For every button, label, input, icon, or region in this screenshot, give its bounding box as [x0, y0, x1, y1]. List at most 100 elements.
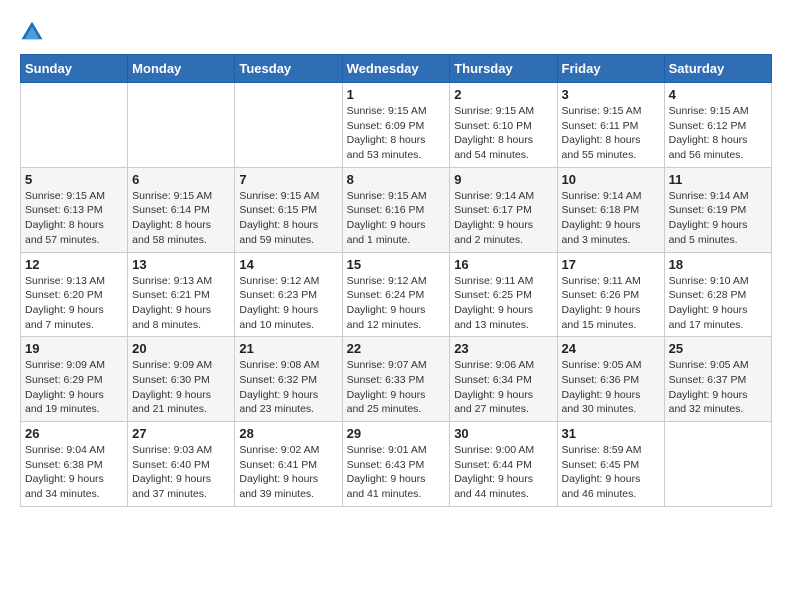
logo-icon	[20, 20, 44, 44]
calendar-cell: 26 Sunrise: 9:04 AM Sunset: 6:38 PM Dayli…	[21, 422, 128, 507]
day-info: Sunrise: 9:09 AM Sunset: 6:29 PM Dayligh…	[25, 358, 123, 417]
calendar-cell: 29 Sunrise: 9:01 AM Sunset: 6:43 PM Dayli…	[342, 422, 450, 507]
day-info: Sunrise: 9:08 AM Sunset: 6:32 PM Dayligh…	[239, 358, 337, 417]
calendar-cell	[664, 422, 771, 507]
day-number: 25	[669, 341, 767, 356]
calendar-cell: 5 Sunrise: 9:15 AM Sunset: 6:13 PM Daylig…	[21, 167, 128, 252]
day-info: Sunrise: 9:05 AM Sunset: 6:36 PM Dayligh…	[562, 358, 660, 417]
header	[20, 20, 772, 44]
calendar-cell: 28 Sunrise: 9:02 AM Sunset: 6:41 PM Dayli…	[235, 422, 342, 507]
day-number: 1	[347, 87, 446, 102]
day-info: Sunrise: 9:10 AM Sunset: 6:28 PM Dayligh…	[669, 274, 767, 333]
week-row-1: 1 Sunrise: 9:15 AM Sunset: 6:09 PM Daylig…	[21, 83, 772, 168]
day-number: 16	[454, 257, 552, 272]
calendar-cell: 11Sunrise: 9:14 AM Sunset: 6:19 PM Dayli…	[664, 167, 771, 252]
day-number: 23	[454, 341, 552, 356]
day-number: 18	[669, 257, 767, 272]
day-number: 26	[25, 426, 123, 441]
calendar-cell: 3 Sunrise: 9:15 AM Sunset: 6:11 PM Daylig…	[557, 83, 664, 168]
calendar-cell: 16 Sunrise: 9:11 AM Sunset: 6:25 PM Dayli…	[450, 252, 557, 337]
day-info: Sunrise: 9:07 AM Sunset: 6:33 PM Dayligh…	[347, 358, 446, 417]
calendar-cell: 6 Sunrise: 9:15 AM Sunset: 6:14 PM Daylig…	[128, 167, 235, 252]
weekday-header-thursday: Thursday	[450, 55, 557, 83]
day-info: Sunrise: 9:05 AM Sunset: 6:37 PM Dayligh…	[669, 358, 767, 417]
calendar-cell: 24 Sunrise: 9:05 AM Sunset: 6:36 PM Dayli…	[557, 337, 664, 422]
day-number: 30	[454, 426, 552, 441]
day-number: 9	[454, 172, 552, 187]
day-info: Sunrise: 9:14 AM Sunset: 6:18 PM Dayligh…	[562, 189, 660, 248]
calendar-cell: 23 Sunrise: 9:06 AM Sunset: 6:34 PM Dayli…	[450, 337, 557, 422]
day-number: 8	[347, 172, 446, 187]
calendar-cell: 31 Sunrise: 8:59 AM Sunset: 6:45 PM Dayli…	[557, 422, 664, 507]
day-info: Sunrise: 9:11 AM Sunset: 6:25 PM Dayligh…	[454, 274, 552, 333]
day-info: Sunrise: 9:14 AM Sunset: 6:19 PM Dayligh…	[669, 189, 767, 248]
calendar-cell: 17Sunrise: 9:11 AM Sunset: 6:26 PM Dayli…	[557, 252, 664, 337]
calendar-cell: 25 Sunrise: 9:05 AM Sunset: 6:37 PM Dayli…	[664, 337, 771, 422]
day-number: 28	[239, 426, 337, 441]
calendar-cell: 1 Sunrise: 9:15 AM Sunset: 6:09 PM Daylig…	[342, 83, 450, 168]
day-info: Sunrise: 9:12 AM Sunset: 6:23 PM Dayligh…	[239, 274, 337, 333]
day-number: 5	[25, 172, 123, 187]
calendar-cell: 30 Sunrise: 9:00 AM Sunset: 6:44 PM Dayli…	[450, 422, 557, 507]
day-number: 2	[454, 87, 552, 102]
weekday-header-monday: Monday	[128, 55, 235, 83]
day-number: 3	[562, 87, 660, 102]
week-row-5: 26 Sunrise: 9:04 AM Sunset: 6:38 PM Dayli…	[21, 422, 772, 507]
calendar-cell: 15 Sunrise: 9:12 AM Sunset: 6:24 PM Dayli…	[342, 252, 450, 337]
calendar-cell: 27 Sunrise: 9:03 AM Sunset: 6:40 PM Dayli…	[128, 422, 235, 507]
calendar: SundayMondayTuesdayWednesdayThursdayFrid…	[20, 54, 772, 507]
calendar-cell: 9 Sunrise: 9:14 AM Sunset: 6:17 PM Daylig…	[450, 167, 557, 252]
day-info: Sunrise: 9:12 AM Sunset: 6:24 PM Dayligh…	[347, 274, 446, 333]
calendar-cell: 21 Sunrise: 9:08 AM Sunset: 6:32 PM Dayli…	[235, 337, 342, 422]
day-info: Sunrise: 9:15 AM Sunset: 6:13 PM Dayligh…	[25, 189, 123, 248]
day-info: Sunrise: 9:15 AM Sunset: 6:09 PM Dayligh…	[347, 104, 446, 163]
weekday-header-saturday: Saturday	[664, 55, 771, 83]
day-info: Sunrise: 8:59 AM Sunset: 6:45 PM Dayligh…	[562, 443, 660, 502]
day-number: 4	[669, 87, 767, 102]
day-info: Sunrise: 9:06 AM Sunset: 6:34 PM Dayligh…	[454, 358, 552, 417]
calendar-cell	[128, 83, 235, 168]
calendar-cell: 7 Sunrise: 9:15 AM Sunset: 6:15 PM Daylig…	[235, 167, 342, 252]
day-info: Sunrise: 9:02 AM Sunset: 6:41 PM Dayligh…	[239, 443, 337, 502]
day-number: 12	[25, 257, 123, 272]
day-number: 29	[347, 426, 446, 441]
calendar-cell	[235, 83, 342, 168]
logo	[20, 20, 48, 44]
weekday-header-tuesday: Tuesday	[235, 55, 342, 83]
day-number: 14	[239, 257, 337, 272]
day-number: 6	[132, 172, 230, 187]
day-info: Sunrise: 9:01 AM Sunset: 6:43 PM Dayligh…	[347, 443, 446, 502]
day-number: 24	[562, 341, 660, 356]
day-info: Sunrise: 9:15 AM Sunset: 6:14 PM Dayligh…	[132, 189, 230, 248]
day-info: Sunrise: 9:15 AM Sunset: 6:11 PM Dayligh…	[562, 104, 660, 163]
day-info: Sunrise: 9:13 AM Sunset: 6:20 PM Dayligh…	[25, 274, 123, 333]
calendar-cell: 18 Sunrise: 9:10 AM Sunset: 6:28 PM Dayli…	[664, 252, 771, 337]
day-number: 19	[25, 341, 123, 356]
day-info: Sunrise: 9:11 AM Sunset: 6:26 PM Dayligh…	[562, 274, 660, 333]
weekday-header-sunday: Sunday	[21, 55, 128, 83]
day-number: 7	[239, 172, 337, 187]
day-info: Sunrise: 9:15 AM Sunset: 6:12 PM Dayligh…	[669, 104, 767, 163]
weekday-header-row: SundayMondayTuesdayWednesdayThursdayFrid…	[21, 55, 772, 83]
day-info: Sunrise: 9:09 AM Sunset: 6:30 PM Dayligh…	[132, 358, 230, 417]
day-info: Sunrise: 9:15 AM Sunset: 6:15 PM Dayligh…	[239, 189, 337, 248]
weekday-header-wednesday: Wednesday	[342, 55, 450, 83]
calendar-cell: 8Sunrise: 9:15 AM Sunset: 6:16 PM Daylig…	[342, 167, 450, 252]
week-row-3: 12 Sunrise: 9:13 AM Sunset: 6:20 PM Dayli…	[21, 252, 772, 337]
day-info: Sunrise: 9:03 AM Sunset: 6:40 PM Dayligh…	[132, 443, 230, 502]
day-info: Sunrise: 9:15 AM Sunset: 6:10 PM Dayligh…	[454, 104, 552, 163]
weekday-header-friday: Friday	[557, 55, 664, 83]
day-number: 31	[562, 426, 660, 441]
day-info: Sunrise: 9:04 AM Sunset: 6:38 PM Dayligh…	[25, 443, 123, 502]
day-number: 21	[239, 341, 337, 356]
calendar-cell: 22Sunrise: 9:07 AM Sunset: 6:33 PM Dayli…	[342, 337, 450, 422]
calendar-cell: 13Sunrise: 9:13 AM Sunset: 6:21 PM Dayli…	[128, 252, 235, 337]
day-info: Sunrise: 9:00 AM Sunset: 6:44 PM Dayligh…	[454, 443, 552, 502]
calendar-cell: 19 Sunrise: 9:09 AM Sunset: 6:29 PM Dayli…	[21, 337, 128, 422]
week-row-4: 19 Sunrise: 9:09 AM Sunset: 6:29 PM Dayli…	[21, 337, 772, 422]
day-info: Sunrise: 9:14 AM Sunset: 6:17 PM Dayligh…	[454, 189, 552, 248]
calendar-cell	[21, 83, 128, 168]
day-number: 27	[132, 426, 230, 441]
calendar-cell: 10Sunrise: 9:14 AM Sunset: 6:18 PM Dayli…	[557, 167, 664, 252]
day-number: 15	[347, 257, 446, 272]
